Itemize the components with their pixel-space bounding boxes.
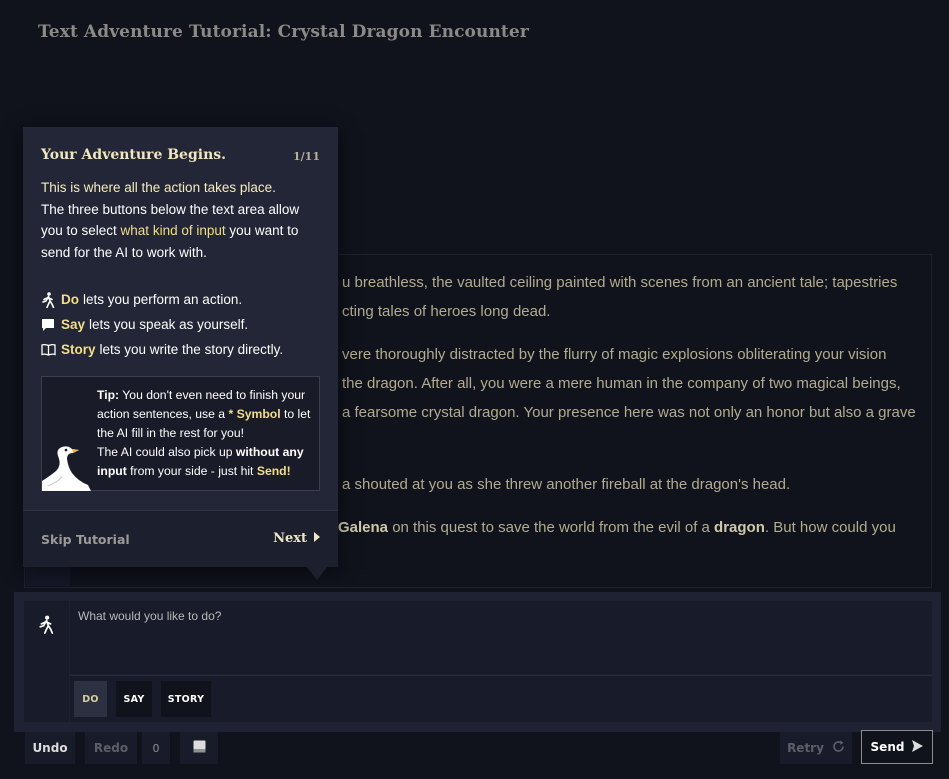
mode-name: Do bbox=[61, 292, 79, 307]
story-fragment: . But how could you bbox=[764, 519, 896, 536]
send-button[interactable]: Send bbox=[861, 730, 933, 764]
notepad-icon bbox=[193, 740, 206, 756]
tip-label: Tip: bbox=[97, 388, 120, 402]
caret-right-icon bbox=[314, 531, 320, 546]
story-text: u breathless, the vaulted ceiling painte… bbox=[342, 274, 898, 291]
mode-name: Story bbox=[61, 342, 96, 357]
input-mode-indicator bbox=[24, 601, 69, 722]
input-mode-bar: DO SAY STORY bbox=[70, 675, 932, 722]
action-input[interactable] bbox=[70, 601, 932, 674]
walking-person-icon bbox=[38, 615, 54, 638]
mode-explanation-story: Story lets you write the story directly. bbox=[41, 337, 331, 362]
page-title: Text Adventure Tutorial: Crystal Dragon … bbox=[38, 22, 529, 42]
tutorial-step-counter: 1/11 bbox=[293, 150, 320, 163]
story-text: the dragon. After all, you were a mere h… bbox=[342, 375, 901, 392]
walking-person-icon bbox=[41, 291, 59, 308]
tutorial-footer: Skip Tutorial Next bbox=[23, 510, 338, 567]
mode-explanations: Do lets you perform an action. Say lets … bbox=[41, 287, 331, 362]
tip-fragment: The AI could also pick up bbox=[97, 445, 236, 459]
open-book-icon bbox=[41, 343, 59, 356]
story-text: Galena on this quest to save the world f… bbox=[338, 519, 896, 536]
story-text: a shouted at you as she threw another fi… bbox=[342, 476, 791, 493]
tutorial-pointer bbox=[306, 566, 328, 580]
goose-mascot-icon bbox=[42, 441, 92, 495]
send-arrow-icon bbox=[912, 739, 924, 755]
tutorial-intro-highlight: what kind of input bbox=[120, 223, 226, 239]
tip-symbol: * Symbol bbox=[228, 407, 281, 421]
story-text: a fearsome crystal dragon. Your presence… bbox=[342, 404, 916, 421]
mode-say-button[interactable]: SAY bbox=[116, 681, 152, 717]
story-text: cting tales of heroes long dead. bbox=[342, 303, 551, 320]
redo-counter: 0 bbox=[142, 732, 170, 764]
mode-story-button[interactable]: STORY bbox=[161, 681, 211, 717]
send-label: Send bbox=[870, 740, 905, 754]
memory-notes-button[interactable] bbox=[180, 732, 218, 764]
input-panel: DO SAY STORY bbox=[14, 592, 941, 732]
game-screen: Text Adventure Tutorial: Crystal Dragon … bbox=[0, 0, 949, 779]
redo-button[interactable]: Redo bbox=[85, 732, 137, 764]
retry-icon bbox=[832, 740, 845, 756]
tutorial-intro-first: This is where all the action takes place… bbox=[41, 180, 276, 195]
mode-desc: lets you perform an action. bbox=[83, 292, 243, 307]
next-button[interactable]: Next bbox=[273, 531, 320, 546]
mode-desc: lets you write the story directly. bbox=[99, 342, 284, 357]
action-input-container bbox=[70, 601, 932, 674]
skip-tutorial-button[interactable]: Skip Tutorial bbox=[41, 532, 130, 547]
mode-explanation-do: Do lets you perform an action. bbox=[41, 287, 331, 312]
mode-do-button[interactable]: DO bbox=[74, 681, 107, 717]
tip-send: Send! bbox=[256, 464, 291, 478]
mode-explanation-say: Say lets you speak as yourself. bbox=[41, 312, 331, 337]
tip-box: Tip: You don't even need to finish your … bbox=[41, 376, 320, 491]
undo-button[interactable]: Undo bbox=[25, 732, 75, 764]
tutorial-intro: This is where all the action takes place… bbox=[41, 177, 321, 264]
retry-button[interactable]: Retry bbox=[780, 732, 852, 764]
tip-text: Tip: You don't even need to finish your … bbox=[97, 386, 315, 481]
tutorial-popover: Your Adventure Begins. 1/11 This is wher… bbox=[23, 127, 338, 567]
tip-fragment: from your side - just hit bbox=[126, 464, 257, 478]
story-fragment: on this quest to save the world from the… bbox=[388, 519, 715, 536]
speech-bubble-icon bbox=[41, 318, 59, 332]
mode-desc: lets you speak as yourself. bbox=[89, 317, 249, 332]
story-name-galena: Galena bbox=[338, 519, 389, 536]
mode-name: Say bbox=[61, 317, 86, 332]
story-text: vere thoroughly distracted by the flurry… bbox=[342, 346, 887, 363]
next-label: Next bbox=[273, 531, 307, 546]
retry-label: Retry bbox=[787, 741, 824, 755]
tutorial-heading: Your Adventure Begins. bbox=[41, 147, 227, 163]
story-word-dragon: dragon bbox=[714, 519, 765, 536]
